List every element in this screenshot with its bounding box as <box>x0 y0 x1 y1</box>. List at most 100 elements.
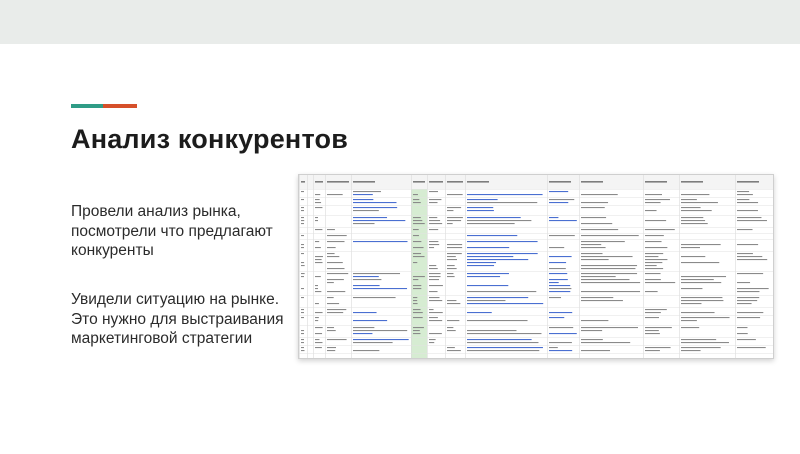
cell-text-mark <box>301 244 304 246</box>
cell-text-mark <box>315 199 320 201</box>
cell-text-mark <box>681 207 701 209</box>
header-text-mark <box>549 181 571 183</box>
cell-text-mark <box>301 309 304 311</box>
cell-text-mark <box>467 333 542 335</box>
cell-text-mark <box>315 342 323 344</box>
cell-text-mark <box>301 217 304 219</box>
cell-text-mark <box>645 268 664 270</box>
cell-text-mark <box>549 279 568 281</box>
header-text-mark <box>581 181 603 183</box>
cell-text-mark <box>315 247 321 249</box>
cell-text-mark <box>315 303 319 305</box>
cell-text-mark <box>353 339 409 341</box>
cell-text-mark <box>467 223 515 225</box>
cell-text-mark <box>737 317 761 319</box>
cell-text-mark <box>681 202 718 204</box>
cell-text-mark <box>301 333 304 335</box>
cell-text-mark <box>413 312 423 314</box>
cell-text-mark <box>645 256 659 258</box>
cell-text-mark <box>681 223 708 225</box>
cell-text-mark <box>681 312 715 314</box>
cell-text-mark <box>413 217 421 219</box>
cell-text-mark <box>327 262 343 264</box>
cell-text-mark <box>645 282 676 284</box>
cell-text-mark <box>353 285 380 287</box>
cell-text-mark <box>301 276 304 278</box>
cell-text-mark <box>413 247 424 249</box>
cell-text-mark <box>353 312 377 314</box>
cell-text-mark <box>429 273 441 275</box>
cell-text-mark <box>681 282 722 284</box>
accent-line-red <box>103 104 137 108</box>
cell-text-mark <box>737 303 752 305</box>
cell-text-mark <box>467 347 543 349</box>
cell-text-mark <box>315 207 323 209</box>
cell-text-mark <box>549 268 566 270</box>
cell-text-mark <box>301 312 304 314</box>
cell-text-mark <box>315 339 320 341</box>
top-bar <box>0 0 800 44</box>
cell-text-mark <box>467 320 528 322</box>
cell-text-mark <box>681 194 710 196</box>
cell-text-mark <box>413 309 421 311</box>
cell-text-mark <box>737 347 766 349</box>
cell-text-mark <box>549 273 568 275</box>
cell-text-mark <box>467 210 494 212</box>
header-text-mark <box>315 181 323 183</box>
cell-text-mark <box>447 217 463 219</box>
cell-text-mark <box>645 350 660 352</box>
cell-text-mark <box>315 262 323 264</box>
cell-text-mark <box>429 268 438 270</box>
cell-text-mark <box>467 300 506 302</box>
cell-text-mark <box>447 273 454 275</box>
cell-text-mark <box>581 279 630 281</box>
cell-text-mark <box>327 309 347 311</box>
cell-text-mark <box>549 247 565 249</box>
cell-text-mark <box>681 300 724 302</box>
cell-text-mark <box>681 347 721 349</box>
cell-text-mark <box>353 327 375 329</box>
cell-text-mark <box>737 220 767 222</box>
cell-text-mark <box>447 268 457 270</box>
cell-text-mark <box>447 210 454 212</box>
cell-text-mark <box>581 217 607 219</box>
cell-text-mark <box>581 253 603 255</box>
cell-text-mark <box>353 210 379 212</box>
cell-text-mark <box>327 229 335 231</box>
cell-text-mark <box>413 279 419 281</box>
cell-text-mark <box>549 288 572 290</box>
cell-text-mark <box>581 282 641 284</box>
cell-text-mark <box>315 285 318 287</box>
cell-text-mark <box>581 244 602 246</box>
cell-text-mark <box>467 217 521 219</box>
cell-text-mark <box>353 217 388 219</box>
cell-text-mark <box>645 265 657 267</box>
cell-text-mark <box>467 291 537 293</box>
cell-text-mark <box>301 210 304 212</box>
cell-text-mark <box>429 202 438 204</box>
cell-text-mark <box>645 194 663 196</box>
cell-text-mark <box>413 220 423 222</box>
cell-text-mark <box>645 241 662 243</box>
cell-text-mark <box>681 327 700 329</box>
cell-text-mark <box>327 194 343 196</box>
cell-text-mark <box>429 312 443 314</box>
cell-text-mark <box>549 282 559 284</box>
cell-text-mark <box>327 350 336 352</box>
cell-text-mark <box>549 317 565 319</box>
cell-text-mark <box>581 229 619 231</box>
cell-text-mark <box>447 194 463 196</box>
cell-text-mark <box>467 303 544 305</box>
cell-text-mark <box>315 333 323 335</box>
cell-text-mark <box>549 342 572 344</box>
cell-text-mark <box>681 297 723 299</box>
cell-text-mark <box>467 241 538 243</box>
cell-text-mark <box>447 320 460 322</box>
cell-text-mark <box>327 339 347 341</box>
cell-text-mark <box>327 303 340 305</box>
cell-text-mark <box>737 191 750 193</box>
cell-text-mark <box>327 297 334 299</box>
cell-text-mark <box>413 303 418 305</box>
cell-text-mark <box>645 273 661 275</box>
cell-text-mark <box>737 202 759 204</box>
